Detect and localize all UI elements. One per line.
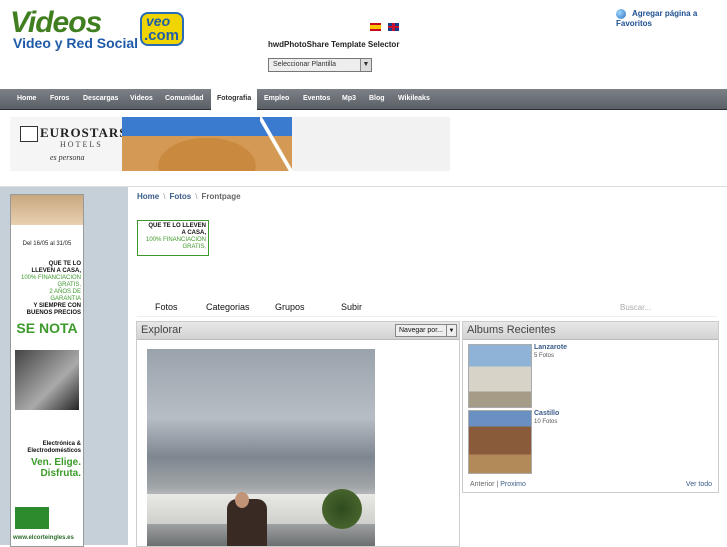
album-name[interactable]: Lanzarote bbox=[534, 344, 567, 351]
nav-item-foros[interactable]: Foros bbox=[44, 89, 75, 109]
elcorteingles-logo-icon bbox=[15, 507, 49, 529]
chevron-down-icon: ▼ bbox=[360, 59, 371, 71]
site-logo-badge[interactable]: veo .com bbox=[140, 12, 184, 46]
album-count: 10 Fotos bbox=[534, 419, 558, 425]
albums-prev-link[interactable]: Anterior bbox=[470, 481, 495, 488]
ad-slogan: Ven. Elige. Disfruta. bbox=[30, 457, 81, 479]
ad-headline: SE NOTA bbox=[16, 320, 78, 336]
nav-item-descargas[interactable]: Descargas bbox=[77, 89, 124, 109]
ad-url: www.elcorteingles.es bbox=[13, 535, 74, 541]
album-thumbnail[interactable] bbox=[468, 410, 532, 474]
tab-grupos[interactable]: Grupos bbox=[275, 302, 305, 312]
language-switcher bbox=[370, 18, 402, 36]
template-selector-title: hwdPhotoShare Template Selector bbox=[268, 40, 400, 49]
site-subtitle: Video y Red Social bbox=[13, 35, 139, 51]
album-thumbnail[interactable] bbox=[468, 344, 532, 408]
elcorteingles-sidebar-ad[interactable]: Del 16/05 al 31/05 QUE TE LO LLEVEN A CA… bbox=[10, 194, 84, 547]
breadcrumb: Home \ Fotos \ Frontpage bbox=[137, 192, 241, 201]
browse-select-value: Navegar por... bbox=[399, 327, 443, 334]
explorar-title: Explorar bbox=[141, 324, 182, 336]
spain-flag-icon[interactable] bbox=[370, 23, 381, 31]
banner-tagline: es persona bbox=[50, 153, 85, 162]
tab-categorias[interactable]: Categorias bbox=[206, 302, 250, 312]
photo-tree bbox=[322, 489, 362, 529]
browse-select[interactable]: Navegar por... ▼ bbox=[395, 324, 457, 337]
ad-offer-text: QUE TE LO LLEVEN A CASA, 100% FINANCIACI… bbox=[20, 261, 81, 316]
albums-view-all-link[interactable]: Ver todo bbox=[686, 481, 712, 488]
ad-date: Del 16/05 al 31/05 bbox=[22, 241, 72, 247]
albums-pagination: Anterior | Proximo bbox=[470, 481, 526, 488]
nav-item-empleo[interactable]: Empleo bbox=[258, 89, 295, 109]
explorar-panel: Explorar Navegar por... ▼ bbox=[136, 321, 460, 547]
nav-item-blog[interactable]: Blog bbox=[363, 89, 391, 109]
tabs-divider bbox=[137, 316, 717, 317]
nav-item-videos[interactable]: Videos bbox=[124, 89, 159, 109]
banner-stripe bbox=[260, 117, 300, 171]
add-favorites-label: Agregar página a Favoritos bbox=[616, 9, 698, 28]
albums-next-link[interactable]: Proximo bbox=[500, 481, 526, 488]
nav-item-eventos[interactable]: Eventos bbox=[297, 89, 336, 109]
album-count: 5 Fotos bbox=[534, 353, 555, 359]
breadcrumb-fotos[interactable]: Fotos bbox=[169, 192, 191, 201]
main-nav: Home Foros Descargas Videos Comunidad Fo… bbox=[0, 89, 727, 110]
ad-gadgets-image bbox=[15, 350, 79, 410]
template-select-value: Seleccionar Plantilla bbox=[273, 61, 337, 68]
recent-albums-panel: Albums Recientes Lanzarote 5 Fotos Casti… bbox=[462, 321, 719, 493]
nav-item-fotografia[interactable]: Fotografia bbox=[211, 89, 258, 110]
breadcrumb-current: Frontpage bbox=[201, 192, 241, 201]
explorar-header: Explorar Navegar por... ▼ bbox=[137, 322, 459, 340]
search-input[interactable]: Buscar... bbox=[620, 303, 651, 312]
photo-face bbox=[235, 492, 249, 508]
chevron-down-icon: ▼ bbox=[446, 325, 456, 336]
nav-item-home[interactable]: Home bbox=[11, 89, 42, 109]
banner-sub: HOTELS bbox=[60, 140, 103, 149]
add-favorites-link[interactable]: Agregar página a Favoritos bbox=[616, 9, 727, 28]
eurostars-banner-ad[interactable]: EUROSTARS HOTELS es persona bbox=[10, 117, 450, 171]
photo-person bbox=[227, 499, 267, 546]
ad-category-text: Electrónica & Electrodomésticos bbox=[27, 441, 81, 454]
hotel-logo-icon bbox=[20, 126, 38, 142]
nav-item-mp3[interactable]: Mp3 bbox=[336, 89, 362, 109]
nav-item-wikileaks[interactable]: Wikileaks bbox=[392, 89, 436, 109]
nav-item-comunidad[interactable]: Comunidad bbox=[159, 89, 210, 109]
mini-ad[interactable]: QUE TE LO LLEVEN A CASA, 100% FINANCIACI… bbox=[137, 220, 209, 256]
globe-icon bbox=[616, 9, 626, 19]
uk-flag-icon[interactable] bbox=[388, 23, 400, 31]
tab-fotos[interactable]: Fotos bbox=[155, 302, 178, 312]
logo-badge-bottom: .com bbox=[144, 27, 180, 44]
banner-logo-box: EUROSTARS HOTELS es persona bbox=[10, 117, 127, 171]
album-name[interactable]: Castillo bbox=[534, 410, 559, 417]
template-select[interactable]: Seleccionar Plantilla ▼ bbox=[268, 58, 372, 72]
tab-subir[interactable]: Subir bbox=[341, 302, 362, 312]
ad-faces-image bbox=[11, 195, 83, 225]
recent-albums-title: Albums Recientes bbox=[467, 324, 556, 336]
breadcrumb-home[interactable]: Home bbox=[137, 192, 159, 201]
banner-brand: EUROSTARS bbox=[40, 125, 128, 140]
featured-photo[interactable] bbox=[147, 349, 375, 546]
recent-albums-header: Albums Recientes bbox=[463, 322, 718, 340]
